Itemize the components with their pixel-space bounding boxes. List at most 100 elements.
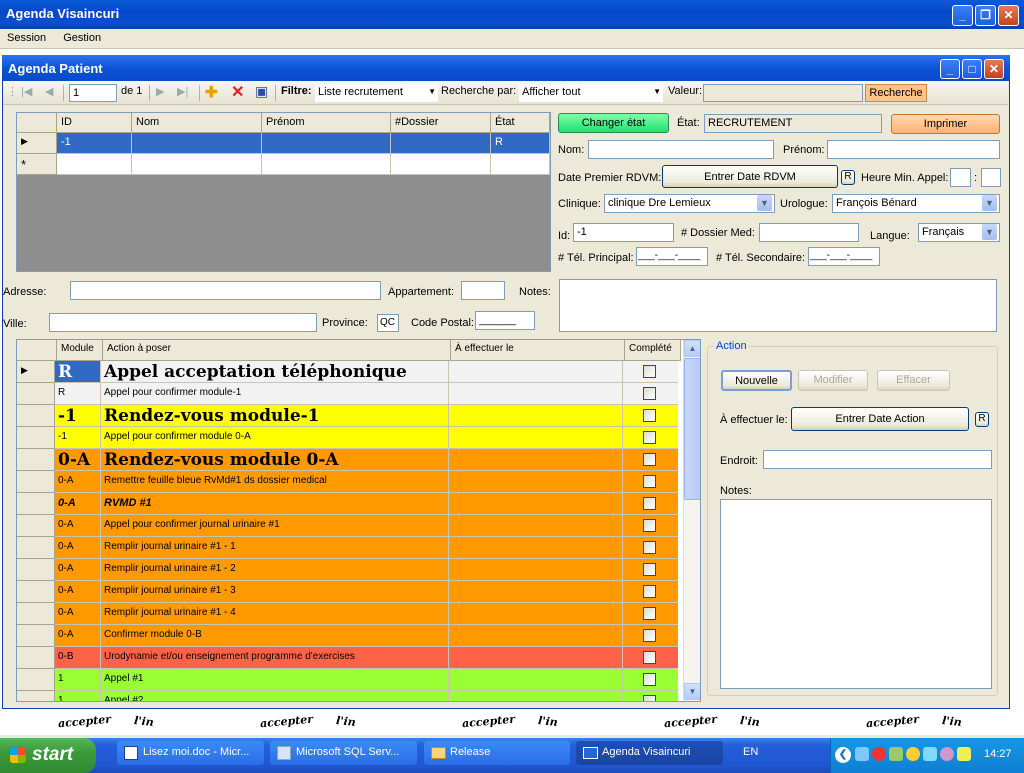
date-cell[interactable]	[449, 405, 623, 427]
complete-checkbox[interactable]	[643, 563, 656, 576]
module-cell[interactable]: R	[55, 383, 101, 405]
modify-action-button[interactable]: Modifier	[798, 370, 868, 391]
complete-checkbox[interactable]	[643, 431, 656, 444]
action-cell[interactable]: Urodynamie et/ou enseignement programme …	[101, 647, 449, 669]
complete-checkbox[interactable]	[643, 475, 656, 488]
table-row[interactable]: 0-A Appel pour confirmer journal urinaire…	[17, 515, 678, 537]
apartment-input[interactable]	[461, 281, 505, 300]
position-input[interactable]: 1	[69, 84, 117, 102]
date-cell[interactable]	[449, 361, 623, 383]
address-input[interactable]	[70, 281, 381, 300]
action-notes-textarea[interactable]	[720, 499, 992, 689]
scroll-down-icon[interactable]: ▼	[684, 683, 700, 700]
date-cell[interactable]	[449, 647, 623, 669]
security-icon[interactable]	[872, 747, 886, 761]
move-first-icon[interactable]: |◀	[21, 85, 32, 98]
complete-cell[interactable]	[623, 449, 678, 471]
table-row[interactable]: 0-A Rendez-vous module 0-A	[17, 449, 678, 471]
module-cell[interactable]: 0-A	[55, 603, 101, 625]
col-prenom[interactable]: Prénom	[262, 113, 391, 133]
date-cell[interactable]	[449, 537, 623, 559]
module-cell[interactable]: 0-A	[55, 515, 101, 537]
date-cell[interactable]	[449, 603, 623, 625]
date-cell[interactable]	[449, 581, 623, 603]
complete-checkbox[interactable]	[643, 585, 656, 598]
menu-gestion[interactable]: Gestion	[56, 29, 108, 44]
id-input[interactable]: -1	[573, 223, 674, 242]
r-action-button[interactable]: R	[975, 412, 989, 427]
main-phone-input[interactable]: ___-___-____	[636, 247, 708, 266]
complete-cell[interactable]	[623, 383, 678, 405]
save-icon[interactable]: ▣	[255, 83, 268, 100]
language-indicator[interactable]: EN	[743, 746, 758, 758]
scroll-thumb[interactable]	[684, 358, 700, 500]
search-by-combo[interactable]: Afficher tout ▼	[519, 84, 663, 102]
action-cell[interactable]: Remplir journal urinaire #1 - 4	[101, 603, 449, 625]
add-new-icon[interactable]: ✚	[205, 83, 218, 101]
row-selector[interactable]	[17, 471, 55, 493]
complete-checkbox[interactable]	[643, 387, 656, 400]
complete-cell[interactable]	[623, 537, 678, 559]
action-cell[interactable]: Remplir journal urinaire #1 - 2	[101, 559, 449, 581]
r-rdvm-button[interactable]: R	[841, 170, 855, 185]
complete-cell[interactable]	[623, 471, 678, 493]
table-cell[interactable]	[391, 154, 491, 175]
notes-textarea[interactable]	[559, 279, 997, 332]
col-id[interactable]: ID	[57, 113, 132, 133]
city-input[interactable]	[49, 313, 317, 332]
table-row[interactable]: 0-A Confirmer module 0-B	[17, 625, 678, 647]
network-icon[interactable]	[855, 747, 869, 761]
date-cell[interactable]	[449, 427, 623, 449]
menu-session[interactable]: Session	[0, 29, 53, 44]
action-cell[interactable]: Appel pour confirmer module 0-A	[101, 427, 449, 449]
date-cell[interactable]	[449, 471, 623, 493]
module-cell[interactable]: 0-A	[55, 581, 101, 603]
row-selector[interactable]	[17, 383, 55, 405]
row-selector[interactable]	[17, 647, 55, 669]
table-row[interactable]: 0-A Remplir journal urinaire #1 - 1	[17, 537, 678, 559]
complete-checkbox[interactable]	[643, 695, 656, 701]
date-cell[interactable]	[449, 449, 623, 471]
row-selector[interactable]	[17, 405, 55, 427]
module-cell[interactable]: 0-A	[55, 471, 101, 493]
tray-app-icon[interactable]	[940, 747, 954, 761]
table-row[interactable]: ▶ R Appel acceptation téléphonique	[17, 361, 678, 383]
complete-cell[interactable]	[623, 581, 678, 603]
task-release[interactable]: Release	[424, 741, 570, 765]
action-cell[interactable]: RVMD #1	[101, 493, 449, 515]
table-cell[interactable]	[57, 154, 132, 175]
complete-cell[interactable]	[623, 493, 678, 515]
row-selector[interactable]: ▶	[17, 133, 57, 154]
tray-app-icon[interactable]	[889, 747, 903, 761]
table-row[interactable]: -1 Appel pour confirmer module 0-A	[17, 427, 678, 449]
complete-cell[interactable]	[623, 515, 678, 537]
action-cell[interactable]: Appel #2	[101, 691, 449, 701]
postal-input[interactable]: ______	[475, 311, 535, 330]
table-row[interactable]: 0-A Remettre feuille bleue RvMd#1 ds doss…	[17, 471, 678, 493]
date-cell[interactable]	[449, 625, 623, 647]
module-cell[interactable]: 0-A	[55, 493, 101, 515]
row-selector[interactable]	[17, 581, 55, 603]
table-row[interactable]: 0-A Remplir journal urinaire #1 - 3	[17, 581, 678, 603]
complete-cell[interactable]	[623, 625, 678, 647]
move-previous-icon[interactable]: ◀	[45, 85, 53, 98]
table-row[interactable]: 1 Appel #1	[17, 669, 678, 691]
language-combo[interactable]: Français ▼	[918, 223, 1000, 242]
complete-checkbox[interactable]	[643, 541, 656, 554]
urologist-combo[interactable]: François Bénard ▼	[832, 194, 1000, 213]
module-cell[interactable]: -1	[55, 427, 101, 449]
module-cell[interactable]: 0-B	[55, 647, 101, 669]
table-row[interactable]: 1 Appel #2	[17, 691, 678, 701]
nom-input[interactable]	[588, 140, 774, 159]
chevron-left-icon[interactable]: ❮	[835, 747, 851, 763]
child-maximize-icon[interactable]: □	[962, 59, 982, 79]
action-cell[interactable]: Rendez-vous module 0-A	[101, 449, 449, 471]
action-cell[interactable]: Remplir journal urinaire #1 - 3	[101, 581, 449, 603]
action-cell[interactable]: Remplir journal urinaire #1 - 1	[101, 537, 449, 559]
wireless-icon[interactable]	[957, 747, 971, 761]
delete-action-button[interactable]: Effacer	[877, 370, 950, 391]
row-selector[interactable]	[17, 603, 55, 625]
module-cell[interactable]: 0-A	[55, 625, 101, 647]
action-cell[interactable]: Appel pour confirmer journal urinaire #1	[101, 515, 449, 537]
module-cell[interactable]: 1	[55, 691, 101, 701]
